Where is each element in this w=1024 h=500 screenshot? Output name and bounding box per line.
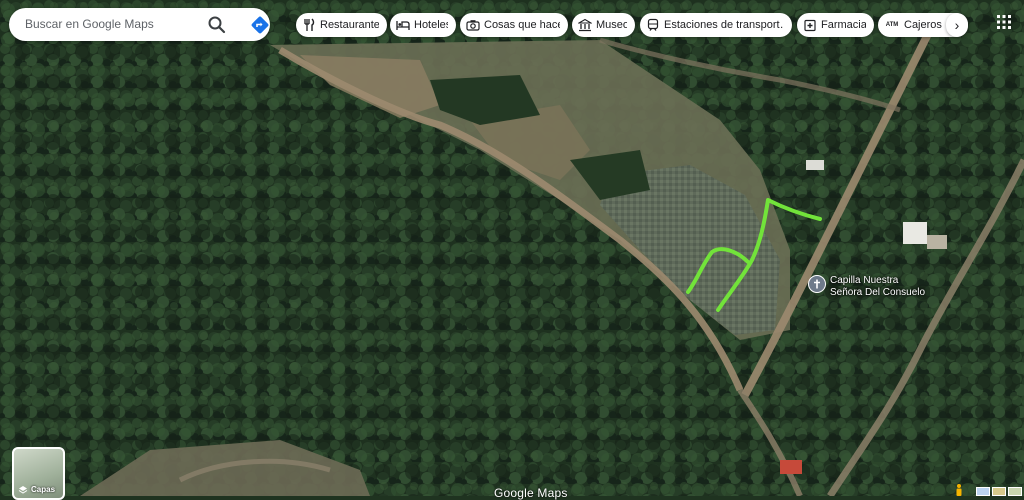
imagery-thumb-map[interactable] [976,487,990,496]
satellite-map[interactable] [0,0,1024,496]
train-icon [646,18,660,32]
atm-icon: ATM [885,22,899,28]
layers-button[interactable]: Capas [12,447,65,500]
camera-icon [466,18,480,32]
scroll-right-button[interactable]: › [946,13,968,37]
building-roof [806,160,824,170]
chip-pharmacies[interactable]: Farmacias [797,13,874,37]
layers-label: Capas [31,485,56,494]
chip-transit[interactable]: Estaciones de transport… [640,13,792,37]
imagery-thumb-terrain[interactable] [992,487,1006,496]
search-box[interactable]: Buscar en Google Maps [9,8,270,41]
building-roof [780,460,802,474]
chip-museums[interactable]: Museos [572,13,635,37]
poi-label: Capilla Nuestra Señora Del Consuelo [830,275,925,299]
building-roof [927,235,947,249]
pegman-icon[interactable] [955,484,963,496]
chip-things-to-do[interactable]: Cosas que hacer [460,13,568,37]
layers-icon [18,486,28,494]
chip-restaurants[interactable]: Restaurantes [296,13,387,37]
restaurant-icon [302,18,316,32]
directions-icon[interactable] [250,15,270,35]
poi-name-line1: Capilla Nuestra [830,275,899,286]
apps-grid-icon[interactable] [996,14,1012,30]
building-roof [903,222,927,244]
poi-chapel[interactable]: Capilla Nuestra Señora Del Consuelo [808,275,925,299]
chip-hotels[interactable]: Hoteles [390,13,456,37]
chevron-right-icon: › [954,17,960,33]
google-maps-logo: Google Maps [494,486,568,500]
search-input[interactable]: Buscar en Google Maps [25,17,154,31]
pharmacy-icon [803,18,817,32]
search-icon[interactable] [207,15,227,35]
church-icon [808,275,826,293]
poi-name-line2: Señora Del Consuelo [830,287,926,298]
museum-icon [578,18,592,32]
imagery-thumb-satellite[interactable] [1008,487,1022,496]
hotel-icon [396,18,410,32]
